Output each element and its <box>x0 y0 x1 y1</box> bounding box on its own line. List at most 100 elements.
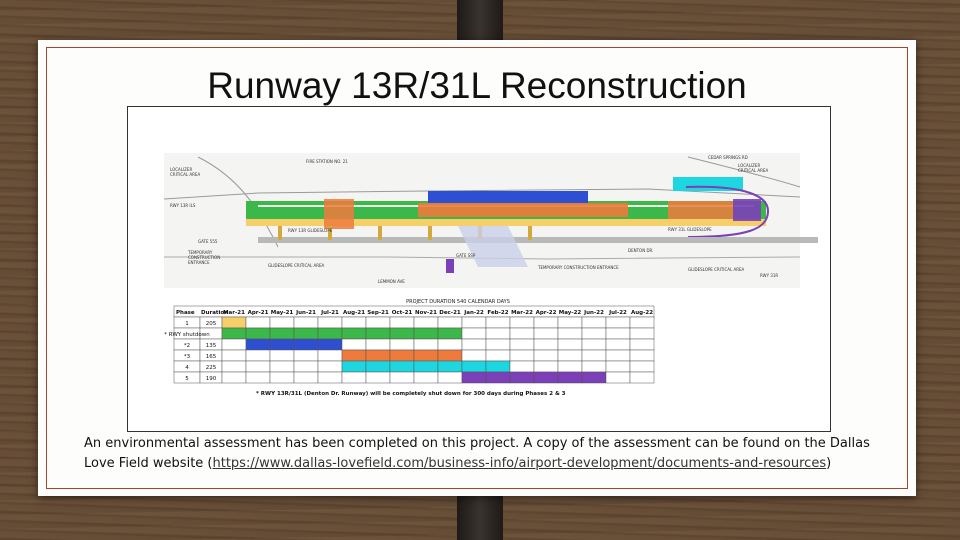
schedule-cell <box>509 327 535 340</box>
schedule-cell <box>365 338 391 351</box>
schedule-cell <box>629 327 655 340</box>
phase2-area <box>428 191 588 203</box>
schedule-cell <box>317 360 343 373</box>
schedule-cell <box>557 349 583 362</box>
phase-label: *3 <box>184 354 191 360</box>
schedule-cell <box>605 327 631 340</box>
schedule-cell <box>269 349 295 362</box>
schedule-cell <box>461 316 487 329</box>
schedule-bar-cell <box>461 360 487 373</box>
schedule-bar-cell <box>413 360 439 373</box>
label-rwy-31l-glideslope: RWY 31L GLIDESLOPE <box>668 227 712 232</box>
schedule-cell <box>269 316 295 329</box>
header-month: Apr-21 <box>248 310 269 316</box>
duration-label: 205 <box>206 321 217 327</box>
schedule-cell <box>509 349 535 362</box>
caption-link[interactable]: https://www.dallas-lovefield.com/busines… <box>213 456 827 471</box>
schedule-title: PROJECT DURATION 540 CALENDAR DAYS <box>406 299 510 305</box>
schedule-table: PROJECT DURATION 540 CALENDAR DAYS Phase… <box>164 299 655 397</box>
schedule-cell <box>605 316 631 329</box>
schedule-cell <box>533 316 559 329</box>
schedule-cell <box>557 360 583 373</box>
header-month: Aug-22 <box>631 310 653 316</box>
schedule-bar-cell <box>389 360 415 373</box>
schedule-cell <box>581 360 607 373</box>
project-figure: LOCALIZER CRITICAL AREA RWY 13R ILS GATE… <box>127 106 831 432</box>
label-gate-555: GATE 555 <box>198 239 218 244</box>
schedule-cell <box>317 316 343 329</box>
schedule-cell <box>557 316 583 329</box>
schedule-cell <box>245 349 271 362</box>
schedule-bar-cell <box>341 360 367 373</box>
schedule-bar-cell <box>293 327 319 340</box>
schedule-cell <box>461 327 487 340</box>
label-rwy-13r-ils: RWY 13R ILS <box>170 203 196 208</box>
schedule-cell <box>293 371 319 384</box>
project-map-and-schedule: LOCALIZER CRITICAL AREA RWY 13R ILS GATE… <box>163 153 818 397</box>
schedule-bar-cell <box>341 349 367 362</box>
label-rwy-31r: RWY 31R <box>760 273 778 278</box>
schedule-cell <box>365 371 391 384</box>
schedule-cell <box>413 338 439 351</box>
schedule-cell <box>605 349 631 362</box>
schedule-bar-cell <box>509 371 535 384</box>
schedule-bar-cell <box>269 327 295 340</box>
table-header-row <box>173 305 655 318</box>
schedule-cell <box>533 360 559 373</box>
schedule-bar-cell <box>341 327 367 340</box>
phase-label: 1 <box>185 321 189 327</box>
label-critical-area-right: CRITICAL AREA <box>738 168 768 173</box>
header-month: May-21 <box>271 310 294 316</box>
duration-label: 135 <box>206 343 217 349</box>
schedule-bar-cell <box>533 371 559 384</box>
schedule-cell <box>485 316 511 329</box>
header-month: Jun-22 <box>583 310 604 316</box>
schedule-cell <box>317 371 343 384</box>
duration-label: 190 <box>206 376 217 382</box>
schedule-cell <box>533 327 559 340</box>
schedule-cell <box>581 349 607 362</box>
header-month: Oct-21 <box>392 310 413 316</box>
schedule-cell <box>341 371 367 384</box>
schedule-bar-cell <box>221 316 247 329</box>
schedule-cell <box>461 349 487 362</box>
schedule-cell <box>245 316 271 329</box>
schedule-bar-cell <box>437 360 463 373</box>
schedule-bar-cell <box>389 327 415 340</box>
phase3-area <box>668 201 734 219</box>
header-month: Mar-21 <box>223 310 245 316</box>
label-critical-area-left: CRITICAL AREA <box>170 172 200 177</box>
schedule-cell <box>509 316 535 329</box>
header-month: Mar-22 <box>511 310 533 316</box>
schedule-cell <box>413 371 439 384</box>
airport-map: LOCALIZER CRITICAL AREA RWY 13R ILS GATE… <box>163 153 818 288</box>
schedule-cell <box>221 338 247 351</box>
schedule-bar-cell <box>269 338 295 351</box>
duration-label: 165 <box>206 354 217 360</box>
schedule-cell <box>581 316 607 329</box>
schedule-cell <box>437 371 463 384</box>
label-rwy-13r-glideslope: RWY 13R GLIDESLOPE <box>288 228 333 233</box>
header-month: May-22 <box>559 310 582 316</box>
schedule-cell <box>437 316 463 329</box>
schedule-cell <box>461 338 487 351</box>
schedule-cell <box>581 338 607 351</box>
schedule-bar-cell <box>437 327 463 340</box>
schedule-cell <box>629 360 655 373</box>
schedule-bar-cell <box>413 349 439 362</box>
label-glideslope-critical-right: GLIDESLOPE CRITICAL AREA <box>688 267 745 272</box>
schedule-bar-cell <box>245 338 271 351</box>
phase3-area <box>324 199 354 229</box>
header-month: Jul-21 <box>320 310 339 316</box>
schedule-cell <box>389 371 415 384</box>
schedule-bar-cell <box>317 327 343 340</box>
label-fire-station: FIRE STATION NO. 21 <box>306 159 348 164</box>
schedule-cell <box>365 316 391 329</box>
runway-13l-31r <box>258 237 818 243</box>
schedule-cell <box>293 360 319 373</box>
schedule-cell <box>629 371 655 384</box>
schedule-cell <box>605 360 631 373</box>
label-gate-ssp: GATE SSP <box>456 253 476 258</box>
label-entrance: ENTRANCE <box>188 260 210 265</box>
schedule-cell <box>269 360 295 373</box>
